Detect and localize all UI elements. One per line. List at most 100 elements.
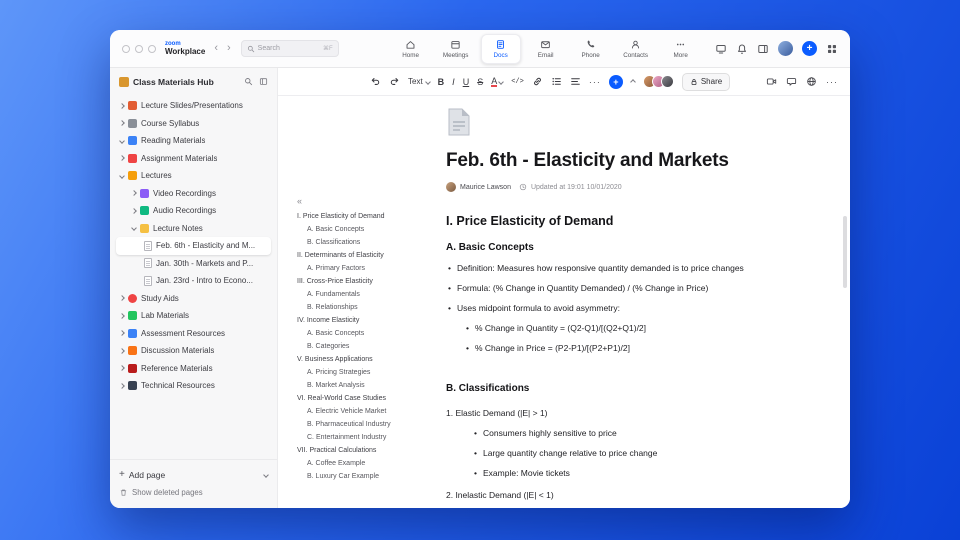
new-item-button[interactable]: + bbox=[802, 41, 817, 56]
close-window-button[interactable] bbox=[122, 44, 130, 53]
sidebar-item-video-recordings[interactable]: Video Recordings bbox=[116, 185, 271, 203]
sidebar-item-assessment-resources[interactable]: Assessment Resources bbox=[116, 325, 271, 343]
chevron-down-icon[interactable] bbox=[119, 137, 125, 144]
outline-item[interactable]: A. Basic Concepts bbox=[297, 223, 439, 236]
chevron-right-icon[interactable] bbox=[119, 312, 125, 319]
sidebar-item-jan-30th[interactable]: Jan. 30th - Markets and P... bbox=[116, 255, 271, 273]
apps-grid-icon[interactable] bbox=[826, 43, 838, 55]
outline-item[interactable]: C. Entertainment Industry bbox=[297, 431, 439, 444]
outline-item[interactable]: B. Pharmaceutical Industry bbox=[297, 418, 439, 431]
code-button[interactable]: </> bbox=[511, 78, 524, 86]
global-search-input[interactable]: Search ⌘F bbox=[240, 40, 339, 57]
collapse-outline-icon[interactable]: « bbox=[297, 196, 302, 206]
outline-item[interactable]: B. Classifications bbox=[297, 236, 439, 249]
sidebar-item-feb-6th[interactable]: Feb. 6th - Elasticity and M... bbox=[116, 237, 271, 255]
chevron-down-icon[interactable] bbox=[131, 225, 137, 232]
chevron-down-icon[interactable] bbox=[119, 172, 125, 179]
chevron-right-icon[interactable] bbox=[119, 295, 125, 302]
sidebar-item-jan-23rd[interactable]: Jan. 23rd - Intro to Econo... bbox=[116, 272, 271, 290]
tab-more[interactable]: More bbox=[661, 34, 701, 64]
text-style-dropdown[interactable]: Text bbox=[408, 77, 431, 86]
outline-item[interactable]: B. Luxury Car Example bbox=[297, 470, 439, 483]
tab-email[interactable]: Email bbox=[526, 34, 566, 64]
chevron-right-icon[interactable] bbox=[131, 190, 137, 197]
underline-button[interactable]: U bbox=[463, 77, 470, 87]
outline-item[interactable]: A. Fundamentals bbox=[297, 288, 439, 301]
font-color-button[interactable]: A bbox=[491, 76, 505, 87]
sidebar-item-lecture-slides[interactable]: Lecture Slides/Presentations bbox=[116, 97, 271, 115]
outline-item[interactable]: IV. Income Elasticity bbox=[297, 314, 439, 327]
outline-item[interactable]: I. Price Elasticity of Demand bbox=[297, 210, 439, 223]
outline-item[interactable]: A. Primary Factors bbox=[297, 262, 439, 275]
outline-item[interactable]: VI. Real-World Case Studies bbox=[297, 392, 439, 405]
side-panel-icon[interactable] bbox=[757, 43, 769, 55]
document-title[interactable]: Feb. 6th - Elasticity and Markets bbox=[446, 150, 788, 172]
sidebar-item-study-aids[interactable]: Study Aids bbox=[116, 290, 271, 308]
show-deleted-pages-button[interactable]: Show deleted pages bbox=[119, 484, 268, 500]
collaborator-avatar[interactable] bbox=[660, 75, 674, 88]
tab-phone[interactable]: Phone bbox=[571, 34, 611, 64]
outline-item[interactable]: V. Business Applications bbox=[297, 353, 439, 366]
outline-item[interactable]: B. Categories bbox=[297, 340, 439, 353]
share-button[interactable]: Share bbox=[681, 72, 731, 91]
insert-link-button[interactable] bbox=[532, 76, 543, 87]
tab-docs[interactable]: Docs bbox=[480, 33, 521, 64]
chevron-right-icon[interactable] bbox=[119, 120, 125, 127]
outline-item[interactable]: A. Electric Vehicle Market bbox=[297, 405, 439, 418]
forward-button[interactable]: › bbox=[227, 43, 231, 54]
tab-contacts[interactable]: Contacts bbox=[616, 34, 656, 64]
chevron-right-icon[interactable] bbox=[119, 365, 125, 372]
sidebar-item-audio-recordings[interactable]: Audio Recordings bbox=[116, 202, 271, 220]
sidebar-item-lab-materials[interactable]: Lab Materials bbox=[116, 307, 271, 325]
collapse-toolbar-button[interactable] bbox=[629, 78, 636, 85]
outline-item[interactable]: B. Market Analysis bbox=[297, 379, 439, 392]
globe-icon[interactable] bbox=[806, 76, 817, 87]
outline-item[interactable]: A. Pricing Strategies bbox=[297, 366, 439, 379]
collapse-sidebar-icon[interactable] bbox=[259, 77, 268, 86]
sidebar-item-reading-materials[interactable]: Reading Materials bbox=[116, 132, 271, 150]
minimize-window-button[interactable] bbox=[135, 44, 143, 53]
sidebar-item-discussion-materials[interactable]: Discussion Materials bbox=[116, 342, 271, 360]
align-button[interactable] bbox=[570, 76, 581, 87]
outline-item[interactable]: III. Cross-Price Elasticity bbox=[297, 275, 439, 288]
sidebar-item-assignment-materials[interactable]: Assignment Materials bbox=[116, 150, 271, 168]
doc-more-button[interactable]: ··· bbox=[826, 77, 838, 87]
screen-share-icon[interactable] bbox=[715, 43, 727, 55]
vertical-scrollbar[interactable] bbox=[843, 216, 847, 288]
strikethrough-button[interactable]: S bbox=[477, 77, 483, 87]
outline-item[interactable]: II. Determinants of Elasticity bbox=[297, 249, 439, 262]
chevron-down-icon[interactable] bbox=[263, 471, 269, 478]
bold-button[interactable]: B bbox=[438, 77, 445, 87]
sidebar-item-course-syllabus[interactable]: Course Syllabus bbox=[116, 115, 271, 133]
toolbar-more-button[interactable]: ··· bbox=[589, 77, 601, 87]
notifications-bell-icon[interactable] bbox=[736, 43, 748, 55]
sidebar-search-icon[interactable] bbox=[244, 77, 253, 86]
outline-item[interactable]: VII. Practical Calculations bbox=[297, 444, 439, 457]
chevron-right-icon[interactable] bbox=[119, 347, 125, 354]
add-page-button[interactable]: + Add page bbox=[119, 465, 269, 484]
sidebar-item-lecture-notes[interactable]: Lecture Notes bbox=[116, 220, 271, 238]
back-button[interactable]: ‹ bbox=[214, 43, 218, 54]
maximize-window-button[interactable] bbox=[148, 44, 156, 53]
outline-item[interactable]: A. Basic Concepts bbox=[297, 327, 439, 340]
chevron-right-icon[interactable] bbox=[119, 330, 125, 337]
italic-button[interactable]: I bbox=[452, 77, 455, 87]
user-avatar[interactable] bbox=[778, 41, 793, 56]
video-camera-icon[interactable] bbox=[766, 76, 777, 87]
chevron-right-icon[interactable] bbox=[119, 155, 125, 162]
undo-button[interactable] bbox=[370, 76, 381, 87]
sidebar-item-technical-resources[interactable]: Technical Resources bbox=[116, 377, 271, 395]
outline-item[interactable]: A. Coffee Example bbox=[297, 457, 439, 470]
sidebar-item-reference-materials[interactable]: Reference Materials bbox=[116, 360, 271, 378]
insert-block-button[interactable]: + bbox=[608, 74, 623, 89]
bullet-list-button[interactable] bbox=[551, 76, 562, 87]
chevron-right-icon[interactable] bbox=[119, 382, 125, 389]
comment-icon[interactable] bbox=[786, 76, 797, 87]
outline-item[interactable]: B. Relationships bbox=[297, 301, 439, 314]
tab-meetings[interactable]: Meetings bbox=[436, 34, 476, 64]
tab-home[interactable]: Home bbox=[391, 34, 431, 64]
sidebar-item-lectures[interactable]: Lectures bbox=[116, 167, 271, 185]
redo-button[interactable] bbox=[389, 76, 400, 87]
chevron-right-icon[interactable] bbox=[119, 102, 125, 109]
chevron-right-icon[interactable] bbox=[131, 207, 137, 214]
